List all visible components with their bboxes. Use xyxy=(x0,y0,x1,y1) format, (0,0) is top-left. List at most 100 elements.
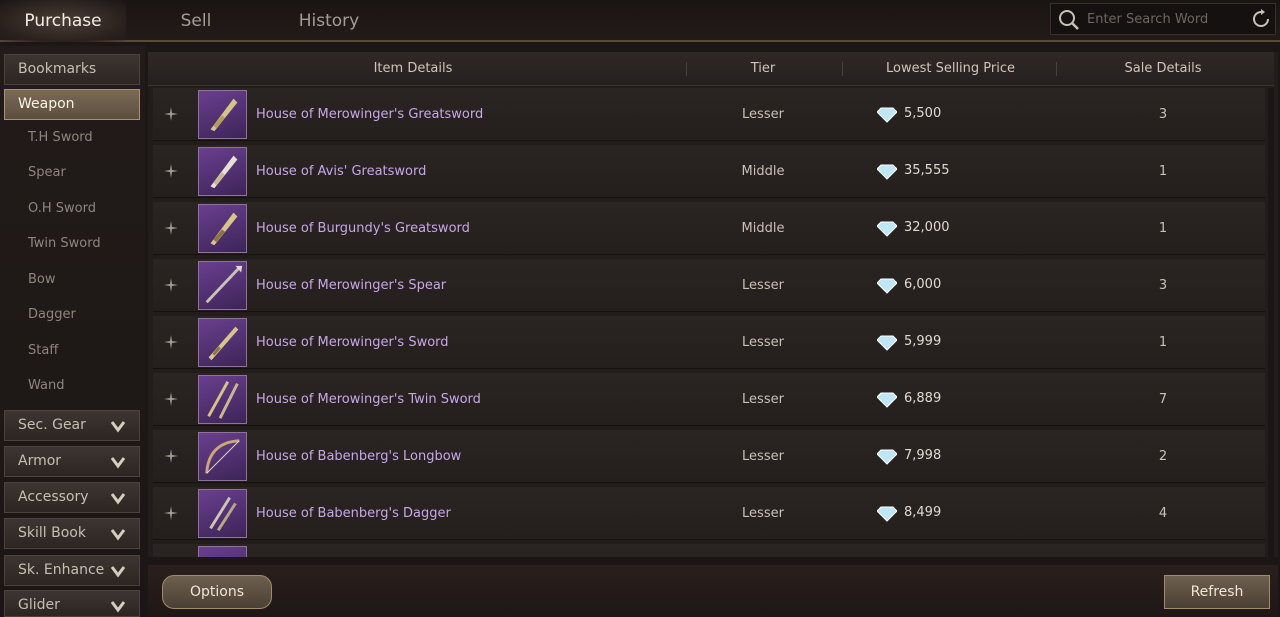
item-sale-count: 1 xyxy=(1158,335,1168,350)
sidebar-item-label: Sec. Gear xyxy=(18,417,86,433)
header-sale-details: Sale Details xyxy=(1124,61,1202,76)
item-sale-count: 7 xyxy=(1158,392,1168,407)
item-tier: Middle xyxy=(741,164,785,179)
sidebar-weapon[interactable]: Weapon xyxy=(4,89,140,120)
chevron-down-icon xyxy=(110,493,126,505)
sidebar-sub-dagger[interactable]: Dagger xyxy=(28,305,76,325)
item-sale-count: 1 xyxy=(1158,221,1168,236)
bookmark-star-icon[interactable] xyxy=(163,277,179,293)
bookmark-star-icon[interactable] xyxy=(163,505,179,521)
sidebar-sub-oh-sword[interactable]: O.H Sword xyxy=(28,199,96,219)
table-row[interactable]: House of Babenberg's Longbow Lesser 7,99… xyxy=(153,430,1265,483)
sidebar-sub-bow[interactable]: Bow xyxy=(28,270,56,290)
sidebar-skill-book[interactable]: Skill Book xyxy=(4,518,140,549)
bookmark-star-icon[interactable] xyxy=(163,106,179,122)
sidebar-sub-staff[interactable]: Staff xyxy=(28,341,58,361)
sidebar-glider[interactable]: Glider xyxy=(4,590,140,617)
item-price: 8,499 xyxy=(904,505,942,520)
sidebar-item-label: Armor xyxy=(18,453,62,469)
header-tier: Tier xyxy=(750,61,776,76)
header-item-details: Item Details xyxy=(373,61,453,76)
sidebar-item-label: Accessory xyxy=(18,489,89,505)
table-row[interactable]: House of Babenberg's Dagger Lesser 8,499… xyxy=(153,487,1265,540)
item-name[interactable]: House of Merowinger's Twin Sword xyxy=(256,373,481,426)
item-price: 5,999 xyxy=(904,334,942,349)
item-tier: Lesser xyxy=(742,449,784,464)
search-icon[interactable] xyxy=(1057,8,1081,32)
item-sale-count: 2 xyxy=(1158,449,1168,464)
sidebar-sub-twin-sword[interactable]: Twin Sword xyxy=(28,234,101,254)
table-row[interactable] xyxy=(153,544,1265,557)
search-input[interactable] xyxy=(1087,8,1247,30)
reset-icon[interactable] xyxy=(1251,9,1271,29)
item-name[interactable]: House of Babenberg's Longbow xyxy=(256,430,461,483)
diamond-icon xyxy=(877,278,897,294)
sidebar-sk-enhance[interactable]: Sk. Enhance xyxy=(4,555,140,586)
tab-history[interactable]: History xyxy=(274,0,384,42)
item-price: 6,889 xyxy=(904,391,942,406)
item-price: 35,555 xyxy=(904,163,950,178)
table-row[interactable]: House of Burgundy's Greatsword Middle 32… xyxy=(153,202,1265,255)
table-rows: House of Merowinger's Greatsword Lesser … xyxy=(153,88,1265,557)
tab-sell[interactable]: Sell xyxy=(146,0,246,42)
item-name[interactable]: House of Babenberg's Dagger xyxy=(256,487,451,540)
item-name[interactable]: House of Merowinger's Sword xyxy=(256,316,449,369)
item-sale-count: 1 xyxy=(1158,164,1168,179)
diamond-icon xyxy=(877,449,897,465)
item-name[interactable]: House of Burgundy's Greatsword xyxy=(256,202,470,255)
sidebar-sec-gear[interactable]: Sec. Gear xyxy=(4,410,140,441)
item-name[interactable]: House of Merowinger's Greatsword xyxy=(256,88,483,141)
item-tier: Lesser xyxy=(742,392,784,407)
table-row[interactable]: House of Merowinger's Spear Lesser 6,000… xyxy=(153,259,1265,312)
twin-sword-icon xyxy=(198,375,247,424)
table-row[interactable]: House of Merowinger's Twin Sword Lesser … xyxy=(153,373,1265,426)
longbow-icon xyxy=(198,432,247,481)
bookmark-star-icon[interactable] xyxy=(163,391,179,407)
chevron-down-icon xyxy=(110,601,126,613)
bookmark-star-icon[interactable] xyxy=(163,220,179,236)
sidebar-sub-wand[interactable]: Wand xyxy=(28,376,64,396)
table-scrollbar[interactable] xyxy=(1268,88,1274,557)
sidebar-bookmarks[interactable]: Bookmarks xyxy=(4,54,140,85)
table-header: Item Details Tier Lowest Selling Price S… xyxy=(148,52,1274,86)
table-row[interactable]: House of Merowinger's Greatsword Lesser … xyxy=(153,88,1265,141)
diamond-icon xyxy=(877,506,897,522)
sidebar-accessory[interactable]: Accessory xyxy=(4,482,140,513)
sidebar-item-label: Glider xyxy=(18,597,60,613)
top-bar: Purchase Sell History xyxy=(0,0,1280,42)
diamond-icon xyxy=(877,335,897,351)
header-separator xyxy=(842,62,843,76)
item-price: 6,000 xyxy=(904,277,942,292)
sidebar-item-label: Sk. Enhance xyxy=(18,562,105,578)
bookmark-star-icon[interactable] xyxy=(163,448,179,464)
item-sale-count: 3 xyxy=(1158,107,1168,122)
item-tier: Middle xyxy=(741,221,785,236)
item-name[interactable]: House of Avis' Greatsword xyxy=(256,145,426,198)
item-price: 7,998 xyxy=(904,448,942,463)
sidebar-armor[interactable]: Armor xyxy=(4,446,140,477)
spear-icon xyxy=(198,261,247,310)
diamond-icon xyxy=(877,221,897,237)
sidebar-sub-th-sword[interactable]: T.H Sword xyxy=(28,128,93,148)
chevron-down-icon xyxy=(110,529,126,541)
item-name[interactable]: House of Merowinger's Spear xyxy=(256,259,446,312)
item-price: 5,500 xyxy=(904,106,942,121)
tab-purchase[interactable]: Purchase xyxy=(0,0,126,42)
options-button[interactable]: Options xyxy=(162,575,272,609)
search-box xyxy=(1050,3,1276,35)
diamond-icon xyxy=(877,164,897,180)
header-lowest-price: Lowest Selling Price xyxy=(885,61,1016,76)
table-row[interactable]: House of Avis' Greatsword Middle 35,555 … xyxy=(153,145,1265,198)
bookmark-star-icon[interactable] xyxy=(163,163,179,179)
sidebar-sub-spear[interactable]: Spear xyxy=(28,163,66,183)
diamond-icon xyxy=(877,392,897,408)
table-row[interactable]: House of Merowinger's Sword Lesser 5,999… xyxy=(153,316,1265,369)
listing-table: Item Details Tier Lowest Selling Price S… xyxy=(148,52,1278,557)
bookmark-star-icon[interactable] xyxy=(163,334,179,350)
item-sale-count: 3 xyxy=(1158,278,1168,293)
sword-icon xyxy=(198,318,247,367)
greatsword-icon xyxy=(198,147,247,196)
refresh-button[interactable]: Refresh xyxy=(1164,575,1270,609)
item-sale-count: 4 xyxy=(1158,506,1168,521)
item-price: 32,000 xyxy=(904,220,950,235)
